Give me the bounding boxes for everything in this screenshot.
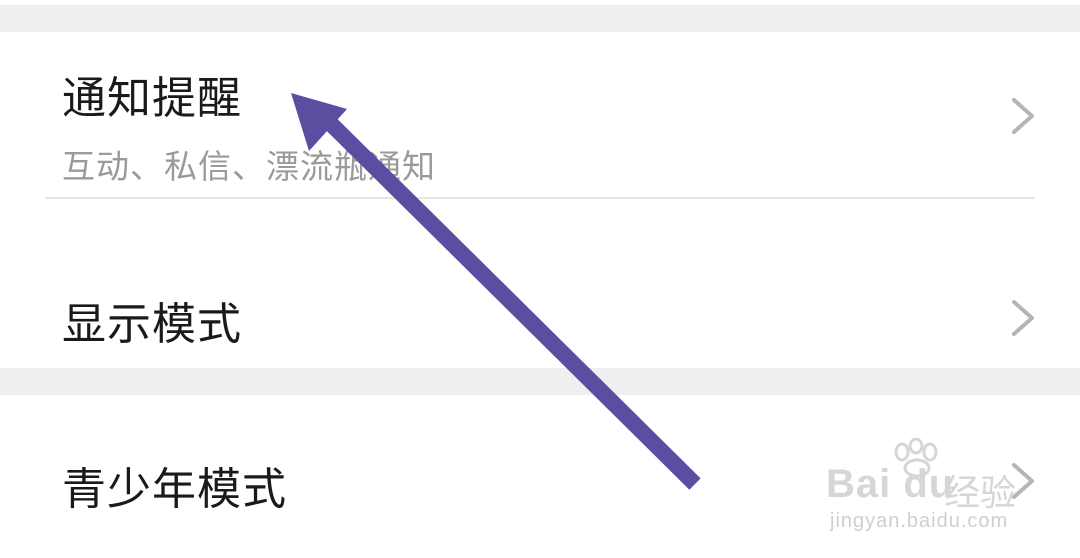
baidu-jingyan-watermark: Bai du 经验 jingyan.baidu.com — [826, 438, 1056, 538]
previous-section-edge — [0, 0, 1080, 5]
settings-screen: 通知提醒 互动、私信、漂流瓶通知 显示模式 青少年模式 Bai du 经验 ji… — [0, 0, 1080, 558]
settings-item-notifications[interactable]: 通知提醒 互动、私信、漂流瓶通知 — [0, 32, 1080, 198]
row-divider — [45, 197, 1035, 199]
chevron-right-icon — [1012, 98, 1034, 134]
settings-item-subtitle: 互动、私信、漂流瓶通知 — [62, 147, 436, 186]
chevron-right-icon — [1012, 300, 1034, 336]
settings-item-display-mode[interactable]: 显示模式 — [0, 200, 1080, 368]
watermark-logo: Bai du — [826, 462, 955, 506]
settings-item-title: 显示模式 — [62, 299, 242, 350]
settings-item-title: 青少年模式 — [62, 464, 287, 515]
watermark-cn: 经验 — [944, 473, 1017, 514]
watermark-url: jingyan.baidu.com — [830, 510, 1009, 532]
settings-group-1: 通知提醒 互动、私信、漂流瓶通知 显示模式 — [0, 32, 1080, 368]
settings-item-title: 通知提醒 — [62, 73, 242, 124]
